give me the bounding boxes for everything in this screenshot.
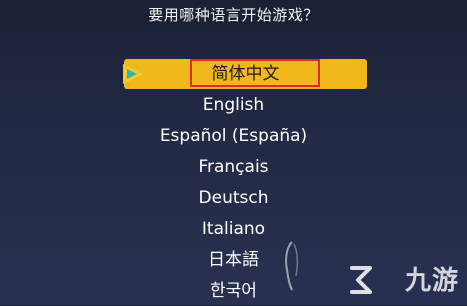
language-option-english[interactable]: English bbox=[0, 90, 467, 120]
watermark-glass-icon bbox=[285, 241, 299, 291]
language-option-label: 简体中文 bbox=[211, 64, 280, 84]
selection-cursor-icon bbox=[123, 64, 143, 84]
watermark-text: 九游 bbox=[404, 266, 459, 296]
language-option-spanish[interactable]: Español (España) bbox=[0, 121, 467, 151]
language-option-french[interactable]: Français bbox=[0, 152, 467, 182]
jiuyou-logo-icon bbox=[350, 266, 372, 294]
language-option-simplified-chinese[interactable]: 简体中文 bbox=[124, 59, 367, 89]
language-option-japanese[interactable]: 日本語 bbox=[0, 245, 467, 275]
language-list: 简体中文 English Español (España) Français D… bbox=[0, 59, 467, 305]
language-option-german[interactable]: Deutsch bbox=[0, 183, 467, 213]
language-option-korean[interactable]: 한국어 bbox=[0, 276, 467, 306]
language-option-italian[interactable]: Italiano bbox=[0, 214, 467, 244]
language-prompt: 要用哪种语言开始游戏？ bbox=[148, 6, 319, 24]
